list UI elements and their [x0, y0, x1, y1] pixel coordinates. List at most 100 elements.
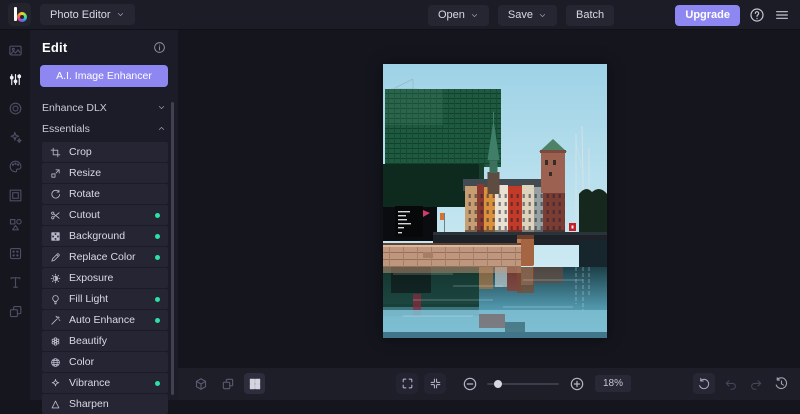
sparkles-icon — [8, 130, 23, 145]
tool-label: Vibrance — [69, 377, 155, 389]
fit-actual-icon — [429, 377, 442, 390]
chevron-up-icon — [157, 124, 166, 133]
tool-label: Exposure — [69, 272, 160, 284]
cube-icon — [194, 377, 208, 391]
tool-label: Replace Color — [69, 251, 155, 263]
rail-item-edit[interactable] — [0, 65, 30, 94]
rail-item-touch-up[interactable] — [0, 152, 30, 181]
actual-size-button[interactable] — [424, 373, 446, 394]
rail-item-textures[interactable] — [0, 297, 30, 326]
tool-exposure[interactable]: Exposure — [42, 268, 168, 288]
befunky-logo[interactable] — [8, 3, 31, 26]
section-label: Essentials — [42, 123, 90, 135]
tool-beautify[interactable]: Beautify — [42, 331, 168, 351]
logo-stem — [14, 7, 17, 21]
chevron-down-icon — [470, 11, 479, 20]
scissors-icon — [50, 210, 61, 221]
info-icon[interactable] — [153, 41, 166, 54]
bottombar-left-group — [190, 373, 265, 394]
image-icon — [8, 43, 23, 58]
bottom-bar: 18% — [178, 368, 800, 400]
rail-item-effects[interactable] — [0, 94, 30, 123]
open-button[interactable]: Open — [428, 5, 489, 26]
tool-label: Fill Light — [69, 293, 155, 305]
batch-button[interactable]: Batch — [566, 5, 614, 26]
reset-button[interactable] — [693, 373, 715, 394]
tool-cutout[interactable]: Cutout — [42, 205, 168, 225]
text-icon — [8, 275, 23, 290]
tool-fill-light[interactable]: Fill Light — [42, 289, 168, 309]
tool-resize[interactable]: Resize — [42, 163, 168, 183]
panel-header: Edit — [30, 30, 178, 61]
rail-item-frames[interactable] — [0, 181, 30, 210]
photo-editor-menu[interactable]: Photo Editor — [40, 4, 135, 25]
fit-screen-icon — [401, 377, 414, 390]
effects-icon — [8, 101, 23, 116]
undo-button[interactable] — [722, 375, 740, 393]
zoom-slider[interactable] — [487, 376, 559, 392]
upgrade-button-label: Upgrade — [685, 9, 730, 21]
history-controls — [693, 373, 790, 394]
copenhagen-photo — [383, 64, 607, 338]
save-button[interactable]: Save — [498, 5, 557, 26]
tool-label: Resize — [69, 167, 160, 179]
tool-replace-color[interactable]: Replace Color — [42, 247, 168, 267]
edit-panel: Edit A.I. Image Enhancer Enhance DLX Ess… — [30, 30, 178, 400]
overlay-icon — [8, 246, 23, 261]
zoom-out-icon[interactable] — [462, 376, 478, 392]
fit-to-screen-button[interactable] — [396, 373, 418, 394]
tool-background[interactable]: Background — [42, 226, 168, 246]
tool-auto-enhance[interactable]: Auto Enhance — [42, 310, 168, 330]
section-enhance-dlx[interactable]: Enhance DLX — [30, 97, 178, 118]
history-button[interactable] — [772, 375, 790, 393]
tool-label: Color — [69, 356, 160, 368]
object-tool-button[interactable] — [190, 373, 211, 394]
photo-editor-menu-label: Photo Editor — [50, 9, 111, 21]
panel-scrollbar[interactable] — [171, 102, 174, 395]
tool-color[interactable]: Color — [42, 352, 168, 372]
rail-item-artsy[interactable] — [0, 123, 30, 152]
ai-image-enhancer-button[interactable]: A.I. Image Enhancer — [40, 65, 168, 87]
enhanced-dot — [155, 318, 160, 323]
tool-crop[interactable]: Crop — [42, 142, 168, 162]
tool-rail — [0, 30, 30, 400]
reset-icon — [697, 377, 711, 391]
zoom-controls: 18% — [396, 373, 631, 394]
sparkle-icon — [50, 378, 61, 389]
frame-icon — [8, 188, 23, 203]
enhanced-dot — [155, 213, 160, 218]
checkerboard-icon — [50, 231, 61, 242]
undo-icon — [724, 377, 738, 391]
redo-button[interactable] — [747, 375, 765, 393]
chevron-down-icon — [157, 103, 166, 112]
tool-label: Auto Enhance — [69, 314, 155, 326]
flower-icon — [50, 336, 61, 347]
rail-item-text[interactable] — [0, 268, 30, 297]
tool-label: Crop — [69, 146, 160, 158]
zoom-slider-knob[interactable] — [494, 380, 502, 388]
tool-vibrance[interactable]: Vibrance — [42, 373, 168, 393]
hamburger-menu-icon[interactable] — [774, 7, 790, 23]
batch-button-label: Batch — [576, 9, 604, 21]
canvas-photo[interactable] — [383, 64, 607, 338]
help-icon[interactable] — [749, 7, 765, 23]
logo-color-wheel — [17, 12, 27, 22]
zoom-in-icon[interactable] — [569, 376, 585, 392]
pen-icon — [50, 252, 61, 263]
rail-item-overlays[interactable] — [0, 239, 30, 268]
section-essentials[interactable]: Essentials — [30, 118, 178, 139]
grid-view-button[interactable] — [244, 373, 265, 394]
tool-sharpen[interactable]: Sharpen — [42, 394, 168, 414]
rail-item-image-manager[interactable] — [0, 36, 30, 65]
upgrade-button[interactable]: Upgrade — [675, 5, 740, 26]
canvas-area[interactable] — [178, 30, 800, 368]
palette-icon — [8, 159, 23, 174]
compare-button[interactable] — [217, 373, 238, 394]
history-icon — [774, 376, 789, 391]
rail-item-graphics[interactable] — [0, 210, 30, 239]
tool-rotate[interactable]: Rotate — [42, 184, 168, 204]
topbar-center-group: Open Save Batch — [428, 5, 614, 26]
chevron-down-icon — [538, 11, 547, 20]
zoom-level-badge[interactable]: 18% — [595, 375, 631, 392]
open-button-label: Open — [438, 9, 465, 21]
